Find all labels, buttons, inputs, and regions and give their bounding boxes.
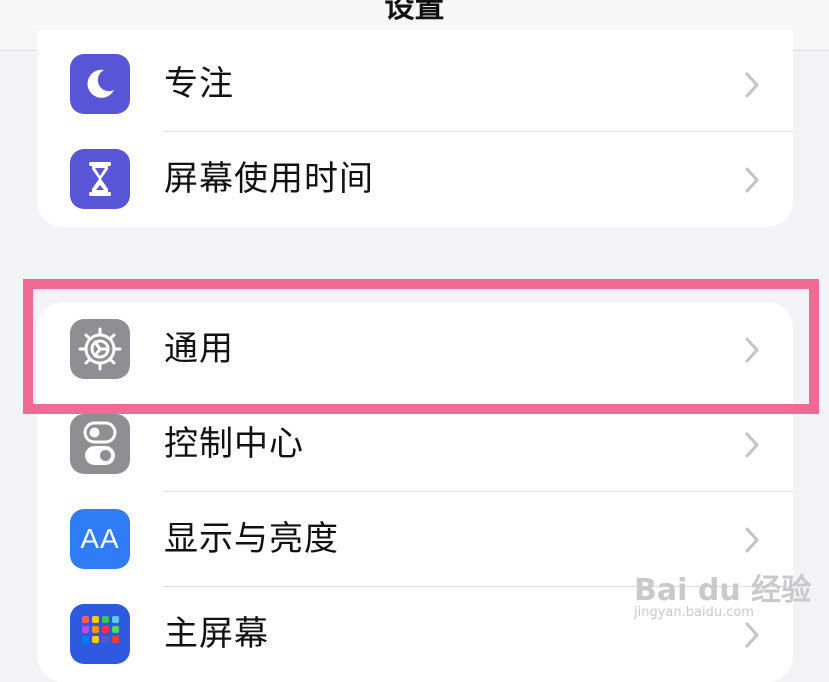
toggles-icon xyxy=(70,414,130,474)
settings-item-label: 显示与亮度 xyxy=(164,519,339,559)
moon-icon xyxy=(70,54,130,114)
settings-item-focus[interactable]: 专注 xyxy=(37,37,793,132)
chevron-right-icon xyxy=(745,432,759,458)
chevron-right-icon xyxy=(745,72,759,98)
highlight-box xyxy=(23,279,819,414)
chevron-right-icon xyxy=(745,167,759,193)
settings-item-label: 专注 xyxy=(164,64,234,104)
home-grid-icon xyxy=(70,604,130,664)
watermark-brand: Bai du 经验 xyxy=(634,573,812,608)
page-title: 设置 xyxy=(384,0,445,25)
icon-text: AA xyxy=(80,523,120,554)
watermark: Bai du 经验 jingyan.baidu.com xyxy=(634,565,811,620)
chevron-right-icon xyxy=(745,622,759,648)
settings-group-focus: 专注 屏幕使用时间 xyxy=(37,30,793,227)
chevron-right-icon xyxy=(745,527,759,553)
hourglass-icon xyxy=(70,149,130,209)
settings-item-label: 主屏幕 xyxy=(164,614,269,654)
settings-item-label: 屏幕使用时间 xyxy=(164,159,374,199)
settings-item-screen-time[interactable]: 屏幕使用时间 xyxy=(37,132,793,227)
text-size-icon: AA xyxy=(70,509,130,569)
